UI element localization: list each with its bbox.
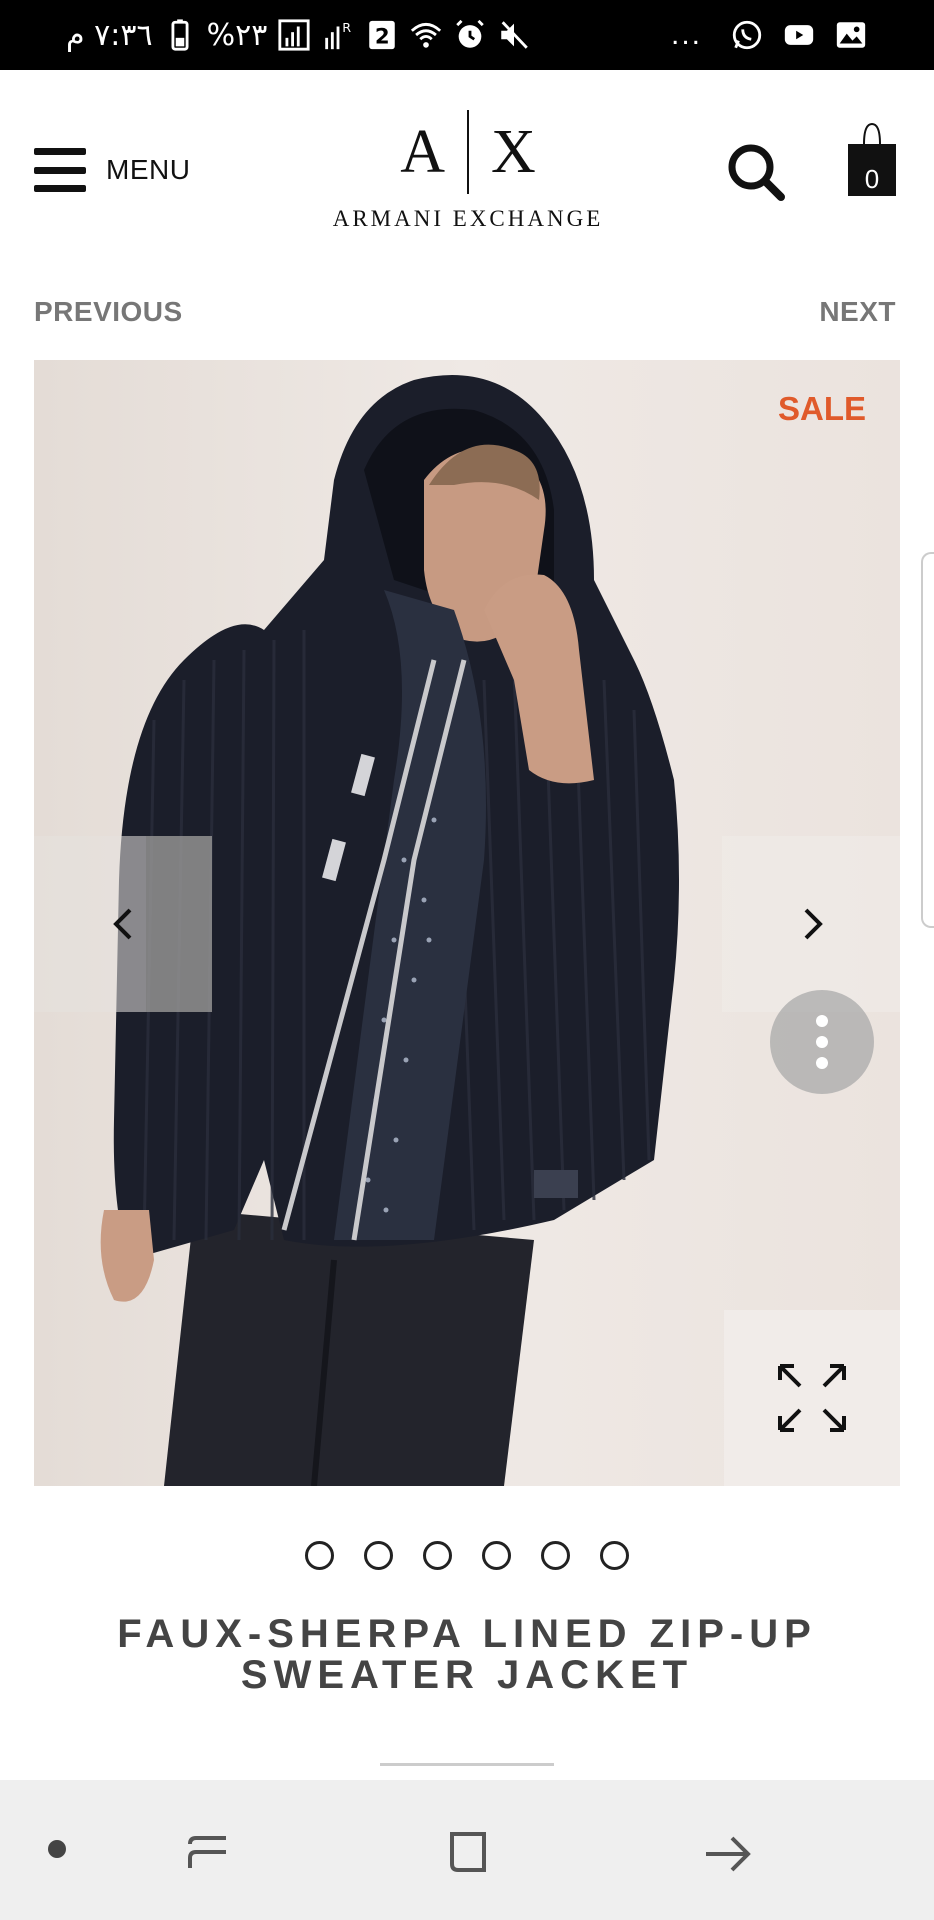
- status-left: ٧:٣٦ م %٢٣ R 2: [66, 0, 531, 70]
- product-title: FAUX-SHERPA LINED ZIP-UP SWEATER JACKET: [117, 1612, 817, 1697]
- mute-icon: [497, 18, 531, 52]
- menu-label: MENU: [106, 154, 191, 185]
- cart-count: 0: [864, 164, 880, 194]
- gallery-dot[interactable]: [482, 1541, 511, 1570]
- next-product-link[interactable]: NEXT: [819, 296, 896, 328]
- fullscreen-button[interactable]: [724, 1310, 900, 1486]
- more-vertical-icon-dot: [816, 1057, 828, 1069]
- status-right: ...: [671, 0, 868, 70]
- recents-button[interactable]: [180, 1824, 236, 1880]
- gallery-dot[interactable]: [364, 1541, 393, 1570]
- gallery-prev-button[interactable]: [34, 836, 212, 1012]
- section-divider: [380, 1763, 554, 1766]
- sale-badge: SALE: [777, 390, 866, 427]
- alarm-icon: [453, 18, 487, 52]
- gallery-prev-shade: [146, 836, 212, 1012]
- sim-two-icon: 2: [365, 18, 399, 52]
- more-notifications: ...: [670, 18, 702, 51]
- battery-percent: %٢٣: [206, 17, 268, 53]
- gallery-dot[interactable]: [541, 1541, 570, 1570]
- gallery-dot[interactable]: [600, 1541, 629, 1570]
- site-header: MENU A X ARMANI EXCHANGE 0: [0, 70, 934, 270]
- previous-product-link[interactable]: PREVIOUS: [34, 296, 183, 328]
- wifi-icon: [409, 18, 443, 52]
- roaming-signal-icon: R: [321, 18, 355, 52]
- logo-name: ARMANI EXCHANGE: [332, 206, 604, 231]
- cart-button[interactable]: 0: [846, 120, 898, 200]
- more-options-button[interactable]: [770, 990, 874, 1094]
- search-icon: [728, 144, 785, 201]
- nav-indicator-dot: [48, 1840, 66, 1858]
- status-time: ٧:٣٦ م: [66, 17, 153, 53]
- svg-text:R: R: [343, 21, 352, 36]
- more-vertical-icon: [816, 1015, 828, 1027]
- logo-mark: A X: [330, 110, 606, 194]
- chevron-right-icon: [804, 908, 823, 940]
- back-button[interactable]: [700, 1824, 756, 1880]
- youtube-icon: [782, 18, 816, 52]
- recents-icon: [188, 1836, 226, 1868]
- more-vertical-icon-dot: [816, 1036, 828, 1048]
- status-bar: ٧:٣٦ م %٢٣ R 2 ...: [0, 0, 934, 70]
- chevron-left-icon: [113, 908, 132, 940]
- gallery-dot[interactable]: [305, 1541, 334, 1570]
- menu-button[interactable]: MENU: [34, 148, 190, 192]
- back-icon: [706, 1836, 751, 1872]
- logo-letter-a: A: [400, 117, 445, 186]
- edge-panel-handle[interactable]: [921, 552, 934, 928]
- expand-icon: [778, 1364, 846, 1432]
- whatsapp-icon: [730, 18, 764, 52]
- home-button[interactable]: [440, 1824, 496, 1880]
- search-button[interactable]: [724, 140, 788, 204]
- logo-divider: [467, 110, 469, 194]
- brand-logo[interactable]: A X ARMANI EXCHANGE: [330, 110, 606, 240]
- home-icon: [450, 1832, 486, 1872]
- gallery-icon: [834, 18, 868, 52]
- signal-bars-icon: [277, 18, 311, 52]
- hamburger-icon: [34, 148, 86, 192]
- logo-letter-x: X: [491, 117, 536, 186]
- product-gallery[interactable]: SALE: [34, 360, 900, 1486]
- gallery-pagination: [305, 1541, 629, 1570]
- svg-text:2: 2: [375, 25, 390, 50]
- gallery-dot[interactable]: [423, 1541, 452, 1570]
- battery-icon: [163, 18, 197, 52]
- gallery-next-button[interactable]: [722, 836, 900, 1012]
- system-nav-bar: [0, 1780, 934, 1920]
